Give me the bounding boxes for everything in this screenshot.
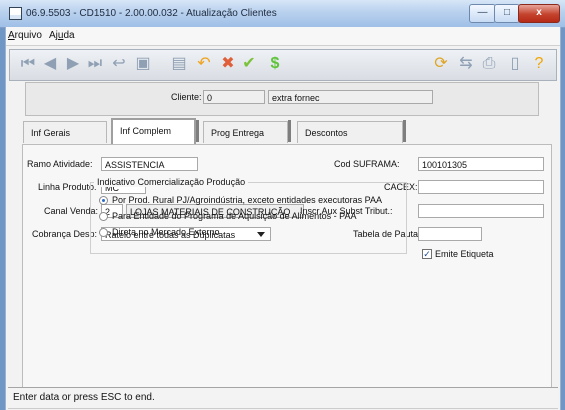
tab-inf-gerais[interactable]: Inf Gerais [23,121,107,143]
ramo-atividade-label: Ramo Atividade: [27,159,93,169]
tab-separator [196,120,199,142]
undo-icon[interactable]: ↶ [194,54,214,74]
delete-icon[interactable]: ✖ [218,54,238,74]
tab-inf-complem[interactable]: Inf Complem [111,118,196,144]
tab-separator [403,120,406,142]
linha-produto-label: Linha Produto: [38,182,97,192]
menu-ajuda-label-after: da [63,30,75,41]
tab-descontos[interactable]: Descontos [297,121,403,143]
help-icon[interactable]: ? [529,54,549,74]
return-icon[interactable]: ↩ [109,54,129,74]
tabela-pauta-input[interactable] [418,227,482,241]
refresh-icon[interactable]: ⟳ [431,54,451,74]
cliente-label: Cliente: [171,92,202,102]
next-record-icon[interactable]: ▶ [63,54,83,74]
menu-arquivo-label-rest: rquivo [14,30,42,41]
main-toolbar: ⏮ ◀ ▶ ⏭ ↩ ▣ ▤ ↶ ✖ ✔ $ ⟳ ⇆ ⎙ ▯ ? [9,49,557,81]
network-icon[interactable]: ⇆ [456,54,476,74]
ramo-atividade-input[interactable]: ASSISTENCIA [101,157,198,171]
application-icon [9,7,22,20]
status-message: Enter data or press ESC to end. [13,392,155,403]
cliente-name-field: extra fornec [268,90,433,104]
first-record-icon[interactable]: ⏮ [18,54,38,74]
title-bar[interactable]: 06.9.5503 - CD1510 - 2.00.00.032 - Atual… [0,0,565,28]
cod-suframa-input[interactable]: 100101305 [418,157,544,171]
cobranca-desp-label: Cobrança Desp: [32,229,98,239]
radio-mercado-externo-label: Direta no Mercado Externo [112,227,220,237]
print-icon[interactable]: ⎙ [479,54,499,74]
tab-strip: Inf Gerais Inf Complem Prog Entrega Desc… [23,118,543,145]
last-record-icon[interactable]: ⏭ [85,54,105,74]
tab-prog-entrega[interactable]: Prog Entrega [203,121,288,143]
money-icon[interactable]: $ [265,54,285,74]
indicativo-group-title: Indicativo Comercialização Produção [94,177,249,187]
cliente-code-field: 0 [203,90,265,104]
emite-etiqueta-checkbox[interactable]: ✓ [422,249,432,259]
menu-arquivo[interactable]: Arquivo [8,30,42,41]
menu-ajuda-label-before: Aj [49,30,58,41]
radio-mercado-externo[interactable] [99,228,108,237]
emite-etiqueta-label: Emite Etiqueta [435,249,494,259]
attachment-icon[interactable]: ▤ [169,54,189,74]
radio-por-prod-rural-label: Por Prod. Rural PJ/Agroindústria, exceto… [112,195,382,205]
tab-separator [288,120,291,142]
menu-arquivo-mnemonic: A [8,30,15,41]
confirm-icon[interactable]: ✔ [239,54,259,74]
close-button[interactable]: x [518,4,560,23]
save-icon[interactable]: ▣ [133,54,153,74]
application-window: 06.9.5503 - CD1510 - 2.00.00.032 - Atual… [0,0,565,410]
radio-entidade-paa-label: Para Entidade do Programa de Aquisição d… [112,211,357,221]
menu-ajuda[interactable]: Ajuda [49,30,75,41]
radio-entidade-paa[interactable] [99,212,108,221]
maximize-button[interactable]: □ [494,4,520,23]
exit-icon[interactable]: ▯ [505,54,525,74]
minimize-button[interactable]: — [469,4,496,23]
window-title: 06.9.5503 - CD1510 - 2.00.00.032 - Atual… [26,8,277,19]
menu-bar: Arquivo Ajuda [6,27,560,46]
client-summary: Cliente: 0 extra fornec [25,82,539,116]
inscr-aux-input[interactable] [418,204,544,218]
radio-por-prod-rural[interactable] [99,196,108,205]
cacex-input[interactable] [418,180,544,194]
previous-record-icon[interactable]: ◀ [40,54,60,74]
indicativo-group: Indicativo Comercialização Produção Por … [90,177,407,254]
cod-suframa-label: Cod SUFRAMA: [334,159,400,169]
client-area: Arquivo Ajuda ⏮ ◀ ▶ ⏭ ↩ ▣ ▤ ↶ ✖ ✔ $ ⟳ ⇆ … [5,27,561,410]
status-bar: Enter data or press ESC to end. [8,387,558,409]
